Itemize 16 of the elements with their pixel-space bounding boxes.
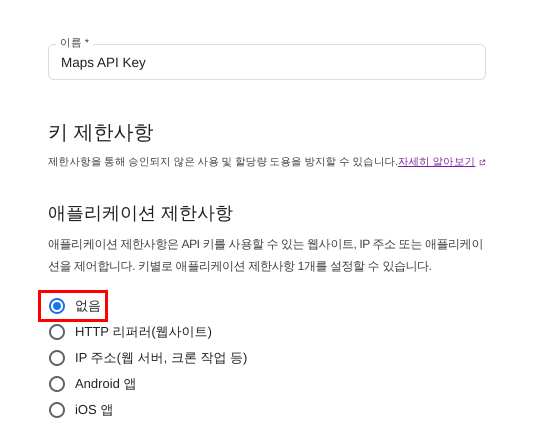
subsection-description: 애플리케이션 제한사항은 API 키를 사용할 수 있는 웹사이트, IP 주소 또는 애플리케이션을 제어합니다. 키별로 애플리케이션 제한사항 1개를 설정할 수 있습니다.: [48, 236, 484, 275]
subsection-title: 애플리케이션 제한사항: [48, 202, 234, 225]
name-label: 이름 *: [56, 38, 94, 48]
radio-button[interactable]: [49, 402, 65, 418]
radio-option[interactable]: Android 앱: [48, 372, 136, 395]
radio-button[interactable]: [49, 298, 65, 314]
section-description: 제한사항을 통해 승인되지 않은 사용 및 할당량 도용을 방지할 수 있습니다.: [48, 155, 398, 170]
radio-button[interactable]: [49, 350, 65, 366]
radio-option[interactable]: HTTP 리퍼러(웹사이트): [48, 320, 212, 343]
radio-option[interactable]: 없음: [48, 294, 101, 317]
radio-button[interactable]: [49, 324, 65, 340]
radio-option[interactable]: IP 주소(웹 서버, 크론 작업 등): [48, 346, 248, 369]
learn-more-link[interactable]: 자세히 알아보기: [398, 155, 476, 171]
radio-option[interactable]: iOS 앱: [48, 398, 114, 421]
radio-button[interactable]: [49, 376, 65, 392]
section-title: 키 제한사항: [48, 121, 155, 146]
